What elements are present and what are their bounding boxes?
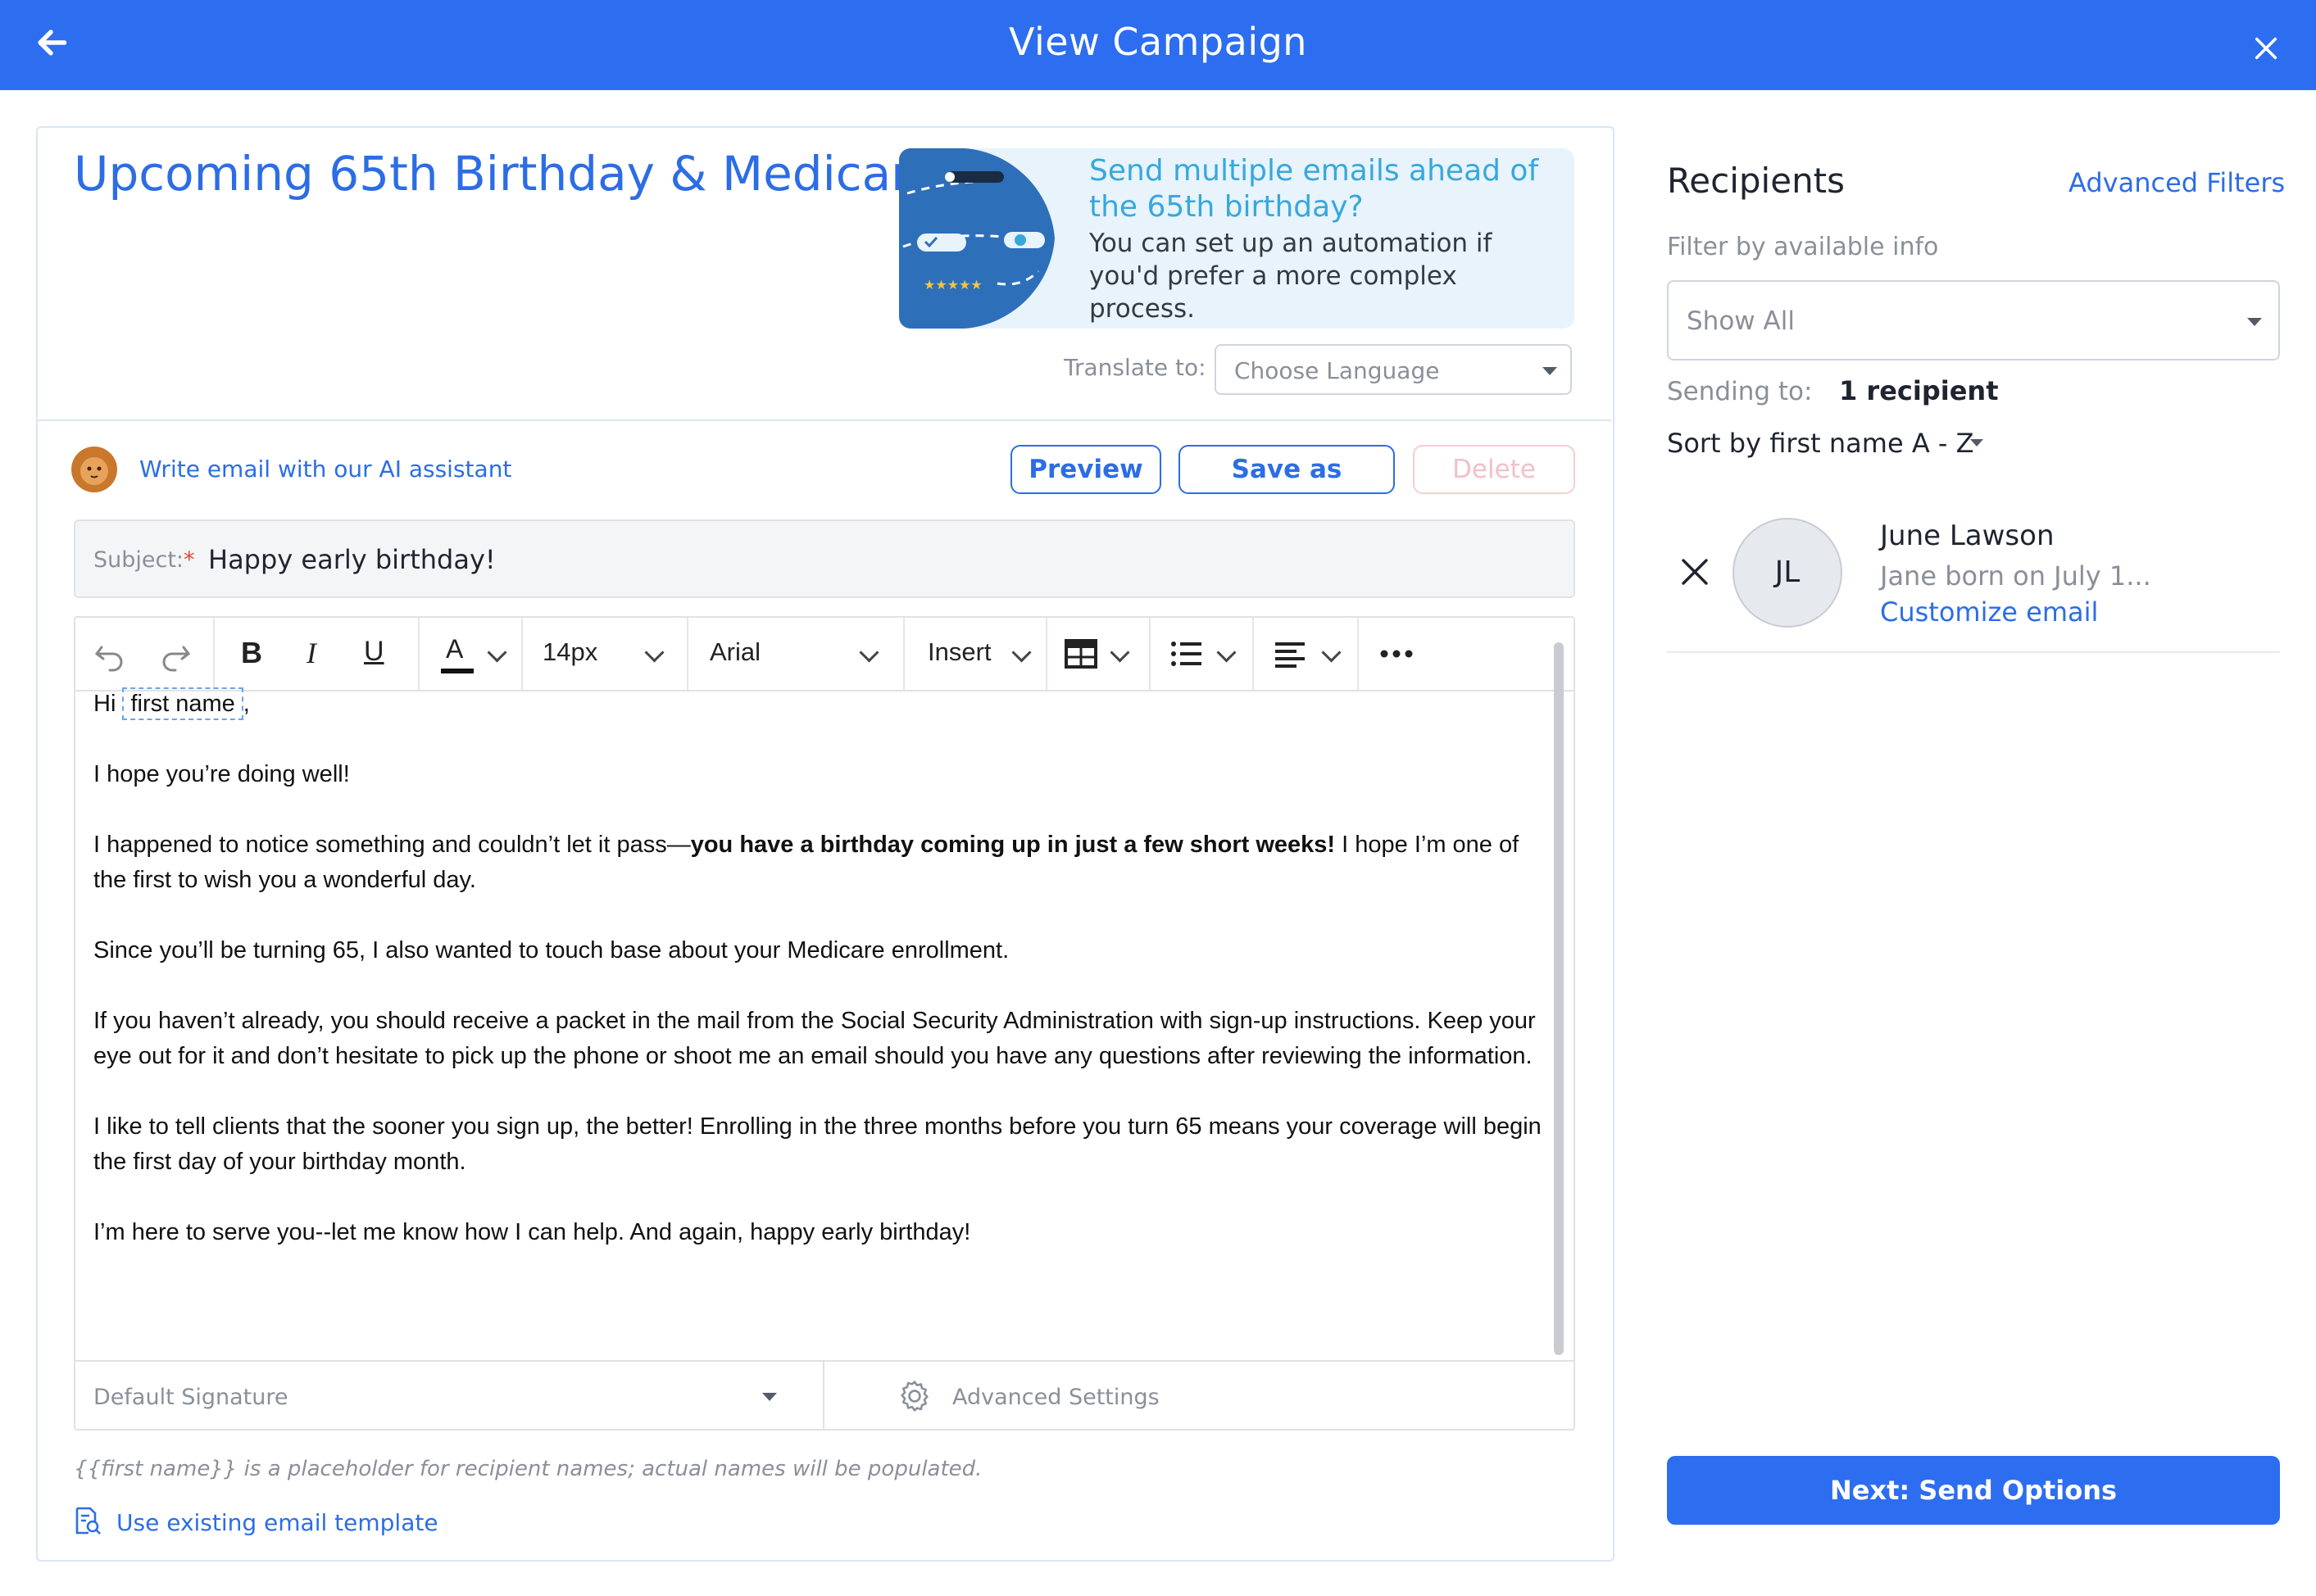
gear-icon[interactable] [897, 1378, 933, 1414]
paragraph-bold-text: you have a birthday coming up in just a … [690, 832, 1336, 858]
template-search-icon[interactable] [72, 1506, 102, 1535]
greeting-line: Hi first name, [93, 687, 1544, 722]
translate-label: Translate to: [1064, 354, 1206, 381]
preview-button[interactable]: Preview [1010, 445, 1161, 494]
chevron-down-icon [1321, 642, 1342, 663]
caret-down-icon[interactable] [1970, 439, 1983, 447]
recipient-detail: Jane born on July 1... [1880, 560, 2151, 592]
toolbar-separator [213, 618, 215, 690]
page-title: View Campaign [1009, 20, 1307, 64]
font-size-value: 14px [543, 637, 598, 666]
paragraph: Since you’ll be turning 65, I also wante… [93, 937, 1010, 963]
advanced-filters-link[interactable]: Advanced Filters [2069, 167, 2285, 198]
advanced-settings-link[interactable]: Advanced Settings [952, 1385, 1160, 1410]
caret-down-icon [762, 1393, 777, 1401]
footer-separator [823, 1362, 824, 1431]
subject-field[interactable]: Subject:* Happy early birthday! [74, 519, 1575, 598]
table-menu[interactable] [1047, 618, 1149, 690]
toolbar-separator [418, 618, 420, 690]
align-menu[interactable] [1254, 618, 1357, 690]
bold-icon[interactable]: B [241, 636, 262, 670]
email-body-text[interactable]: Hi first name, I hope you’re doing well!… [93, 687, 1544, 1285]
recipient-avatar: JL [1732, 518, 1842, 628]
language-select-value: Choose Language [1234, 357, 1440, 384]
chevron-down-icon [859, 642, 879, 663]
recipient-name: June Lawson [1880, 519, 2055, 552]
automation-promo-banner[interactable]: ★★★★★ Send multiple emails ahead of the … [899, 148, 1574, 329]
customize-email-link[interactable]: Customize email [1880, 596, 2098, 628]
lion-avatar-icon [71, 447, 117, 492]
next-send-options-button[interactable]: Next: Send Options [1667, 1456, 2280, 1525]
chevron-down-icon [1216, 642, 1237, 663]
list-menu[interactable] [1151, 618, 1252, 690]
greeting-text: Hi [93, 691, 116, 717]
paragraph: If you haven’t already, you should recei… [93, 1008, 1536, 1069]
paragraph: I’m here to serve you--let me know how I… [93, 1219, 971, 1245]
sort-select[interactable]: Sort by first name A - Z [1667, 428, 1974, 459]
email-body-editor[interactable]: B I U A 14px Arial Insert Hi first name … [74, 616, 1575, 1431]
first-name-token[interactable]: first name [122, 687, 243, 720]
insert-menu[interactable]: Insert [905, 618, 1044, 690]
font-family-value: Arial [710, 637, 761, 666]
insert-label: Insert [928, 637, 992, 666]
save-as-button[interactable]: Save as [1178, 445, 1395, 494]
greeting-punctuation: , [243, 691, 250, 717]
language-select[interactable]: Choose Language [1215, 344, 1572, 395]
automation-illustration: ★★★★★ [899, 148, 1055, 329]
chevron-down-icon [487, 642, 507, 663]
paragraph: I like to tell clients that the sooner y… [93, 1113, 1542, 1175]
text-color-icon: A [446, 634, 464, 664]
svg-text:★★★★★: ★★★★★ [924, 277, 983, 292]
font-family-select[interactable]: Arial [688, 618, 895, 690]
undo-icon[interactable] [92, 618, 128, 690]
placeholder-note: {{first name}} is a placeholder for reci… [74, 1457, 983, 1481]
underline-icon[interactable]: U [364, 636, 384, 668]
font-size-select[interactable]: 14px [523, 618, 687, 690]
use-template-link[interactable]: Use existing email template [116, 1509, 438, 1536]
subject-value: Happy early birthday! [208, 544, 496, 575]
table-icon [1065, 639, 1097, 669]
filter-select-value: Show All [1687, 306, 1795, 336]
chevron-down-icon [1110, 642, 1130, 663]
ai-assistant-link[interactable]: Write email with our AI assistant [139, 456, 511, 483]
paragraph-text: I happened to notice something and could… [93, 832, 691, 858]
paragraph: I hope you’re doing well! [93, 761, 350, 787]
subject-label-text: Subject: [93, 547, 184, 573]
filter-select[interactable]: Show All [1667, 280, 2280, 360]
top-bar: View Campaign [0, 0, 2316, 90]
redo-icon[interactable] [157, 618, 193, 690]
subject-label: Subject:* [93, 547, 195, 573]
chevron-down-icon [1011, 642, 1032, 663]
paragraph: I happened to notice something and could… [93, 827, 1544, 898]
italic-icon[interactable]: I [307, 636, 316, 670]
recipient-divider [1667, 651, 2280, 653]
text-color-swatch [441, 669, 474, 673]
editor-toolbar: B I U A 14px Arial Insert [75, 618, 1574, 691]
sending-to-label: Sending to: [1667, 377, 1813, 406]
caret-down-icon [2247, 318, 2262, 326]
editor-scrollbar[interactable] [1554, 642, 1564, 1355]
filter-label: Filter by available info [1667, 233, 1939, 261]
bulleted-list-icon [1171, 642, 1201, 666]
recipients-title: Recipients [1667, 161, 1846, 201]
caret-down-icon [1542, 367, 1557, 375]
editor-footer: Default Signature Advanced Settings [75, 1360, 1574, 1431]
campaign-title: Upcoming 65th Birthday & Medicare [74, 146, 939, 202]
recipient-count: 1 recipient [1839, 375, 1999, 406]
required-mark: * [184, 547, 195, 573]
promo-body: You can set up an automation if you'd pr… [1089, 229, 1492, 324]
remove-recipient-icon[interactable] [1680, 557, 1710, 587]
chevron-down-icon [644, 642, 665, 663]
align-left-icon [1275, 642, 1305, 668]
more-options-icon[interactable] [1377, 618, 1418, 690]
promo-heading: Send multiple emails ahead of the 65th b… [1089, 154, 1539, 224]
toolbar-separator [1357, 618, 1359, 690]
text-color-button[interactable]: A [438, 618, 520, 690]
delete-button[interactable]: Delete [1413, 445, 1575, 494]
signature-select[interactable]: Default Signature [93, 1385, 288, 1410]
header-divider [38, 419, 1611, 421]
close-icon[interactable] [2252, 34, 2280, 62]
